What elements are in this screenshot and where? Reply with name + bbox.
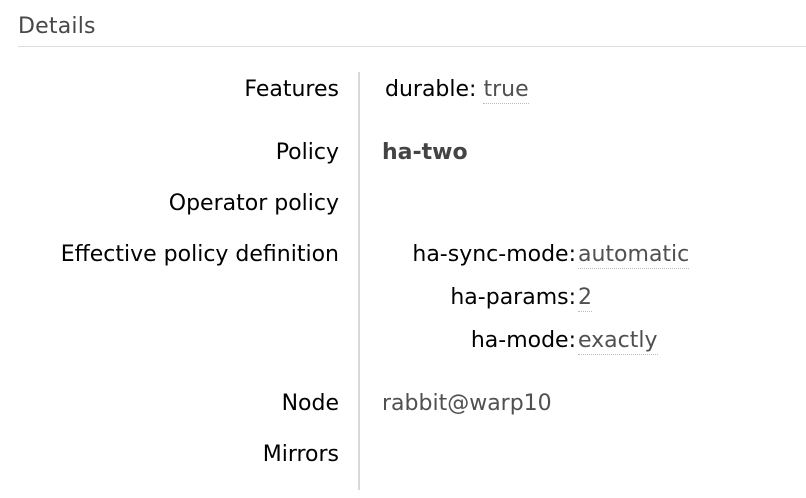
effective-policy-label: Effective policy definition <box>60 242 339 267</box>
ha-mode-key: ha-mode: <box>470 328 576 353</box>
durable-value: true <box>483 77 529 104</box>
ha-sync-mode-key: ha-sync-mode: <box>412 242 576 267</box>
mirrors-label: Mirrors <box>262 442 339 467</box>
node-label: Node <box>281 391 339 416</box>
policy-value[interactable]: ha-two <box>382 140 468 166</box>
policy-label: Policy <box>275 140 339 165</box>
column-divider <box>358 72 360 490</box>
features-label: Features <box>244 77 339 102</box>
ha-sync-mode-value-wrap: automatic <box>578 242 690 269</box>
section-title: Details <box>18 14 96 39</box>
ha-params-value-wrap: 2 <box>578 285 592 312</box>
operator-policy-label: Operator policy <box>168 191 339 216</box>
durable-key: durable: <box>385 77 477 102</box>
ha-params-key: ha-params: <box>450 285 576 310</box>
ha-mode-value: exactly <box>578 328 658 355</box>
ha-sync-mode-value: automatic <box>578 242 690 269</box>
ha-mode-value-wrap: exactly <box>578 328 658 355</box>
ha-params-value: 2 <box>578 285 592 312</box>
node-value: rabbit@warp10 <box>382 391 552 416</box>
features-value-row: durable: true <box>385 77 529 104</box>
section-divider <box>18 46 806 47</box>
